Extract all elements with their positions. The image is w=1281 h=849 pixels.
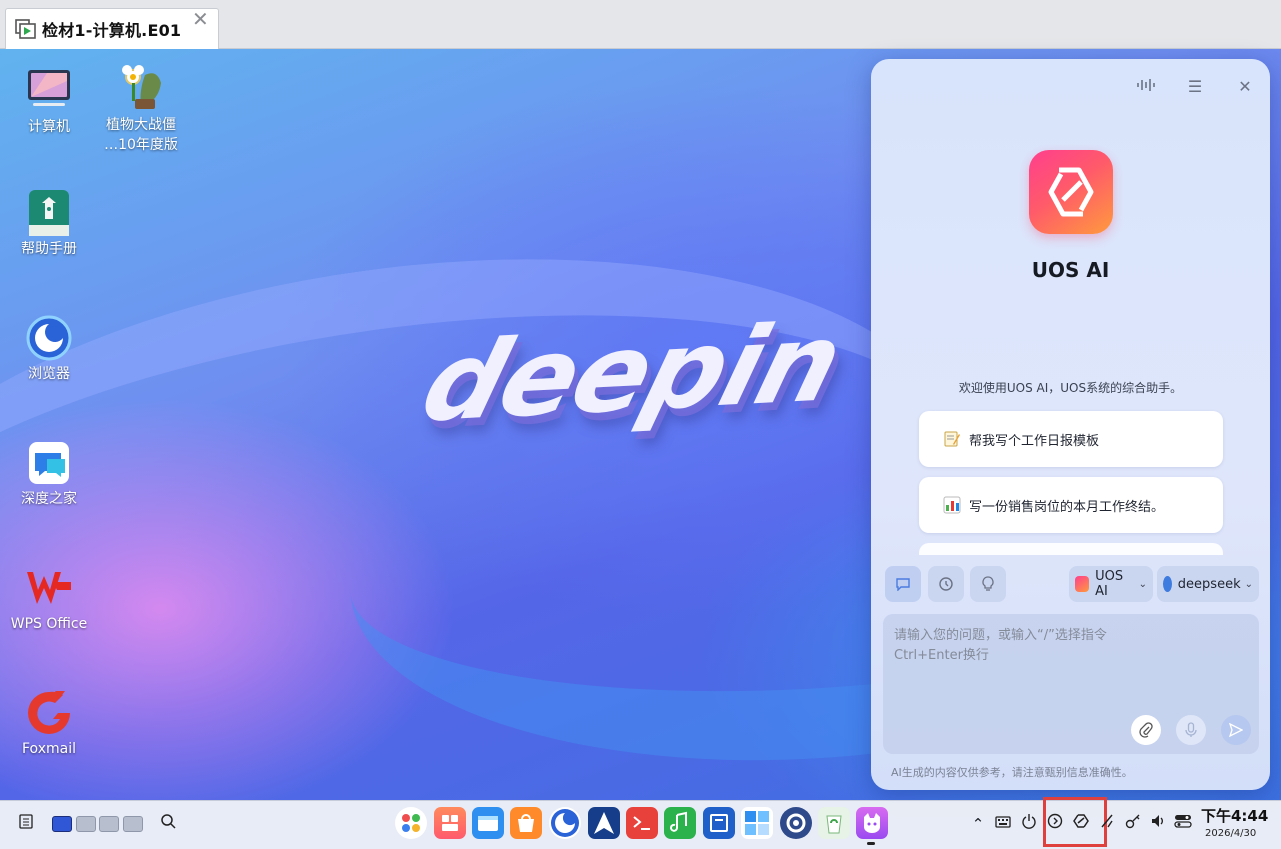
- uos-ai-logo-icon: [1029, 150, 1113, 234]
- vm-tab-title: 检材1-计算机.E01: [42, 21, 182, 40]
- active-app-indicator: [867, 842, 875, 845]
- close-icon[interactable]: ✕: [192, 9, 1272, 29]
- workspace-2[interactable]: [76, 816, 96, 832]
- menu-icon[interactable]: ☰: [1184, 76, 1206, 98]
- multitasking-icon[interactable]: [741, 807, 773, 839]
- suggestion-card-partial: [919, 543, 1223, 555]
- computer-icon: [25, 67, 73, 115]
- suggestion-card[interactable]: 帮我写个工作日报模板: [919, 411, 1223, 467]
- vm-machine-icon: [14, 17, 38, 41]
- input-hint: Ctrl+Enter换行: [894, 648, 989, 663]
- ai-welcome-text: 欢迎使用UOS AI，UOS系统的综合助手。: [958, 381, 1183, 395]
- vm-tab-bar: 检材1-计算机.E01 ✕: [0, 0, 1281, 49]
- uos-ai-panel: ☰ ✕ UOS AI 欢迎使用UOS AI，UOS系统的综合助手。 帮我写个工作…: [871, 59, 1270, 790]
- attachment-icon[interactable]: [1131, 715, 1161, 745]
- ai-app-name: UOS AI: [1031, 258, 1110, 282]
- chevron-up-icon[interactable]: ⌃: [966, 812, 990, 836]
- desktop-icon-label: 计算机: [28, 119, 70, 135]
- file-manager-icon[interactable]: [472, 807, 504, 839]
- suggestion-text: 帮我写个工作日报模板: [969, 433, 1100, 449]
- desktop-icon-label: 植物大战僵 …10年度版: [104, 117, 178, 153]
- deepin-draw-icon[interactable]: [588, 807, 620, 839]
- model-select[interactable]: deepseek ⌄: [1157, 566, 1259, 602]
- foxmail-icon: [25, 689, 73, 737]
- app-store-icon[interactable]: [434, 807, 466, 839]
- workspace-4[interactable]: [123, 816, 143, 832]
- workspace-3[interactable]: [99, 816, 119, 832]
- clipboard-icon[interactable]: [14, 812, 38, 836]
- uos-ai-small-icon: [1075, 576, 1090, 592]
- system-icon[interactable]: [1171, 812, 1195, 836]
- deepin-store-icon[interactable]: [510, 807, 542, 839]
- keyboard-icon[interactable]: [991, 812, 1015, 836]
- deepseek-icon: [1163, 576, 1172, 592]
- chevron-down-icon: ⌄: [1138, 578, 1147, 590]
- input-placeholder: 请输入您的问题，或输入“/”选择指令: [894, 628, 1107, 643]
- power-icon[interactable]: [1017, 812, 1041, 836]
- history-icon[interactable]: [928, 566, 964, 602]
- key-icon[interactable]: [1121, 812, 1145, 836]
- desktop-icon-label: WPS Office: [10, 616, 88, 632]
- assistant-select-value: UOS AI: [1095, 569, 1124, 599]
- trash-icon[interactable]: [818, 807, 850, 839]
- uos-ai-taskbar-icon[interactable]: [856, 807, 888, 839]
- deepin-wallpaper-logo: deepin: [409, 300, 854, 447]
- suggestion-card[interactable]: 写一份销售岗位的本月工作终结。: [919, 477, 1223, 533]
- ai-disclaimer: AI生成的内容仅供参考，请注意甄别信息准确性。: [891, 766, 1133, 779]
- desktop-icon-wps-office[interactable]: WPS Office: [0, 564, 98, 634]
- plants-vs-zombies-icon: [115, 61, 167, 113]
- bar-chart-icon: [943, 496, 961, 514]
- workspace-1[interactable]: [52, 816, 72, 832]
- send-icon[interactable]: [1221, 715, 1251, 745]
- clock-date[interactable]: 2026/4/30: [1205, 828, 1256, 839]
- network-icon[interactable]: [1095, 812, 1119, 836]
- desktop-icon-foxmail[interactable]: Foxmail: [0, 689, 98, 759]
- voice-wave-icon[interactable]: [1135, 76, 1157, 98]
- close-icon[interactable]: ✕: [1234, 76, 1256, 98]
- chevron-down-icon: ⌄: [1244, 578, 1253, 590]
- chat-mode-button[interactable]: [885, 566, 921, 602]
- suggestion-text: 写一份销售岗位的本月工作终结。: [969, 499, 1165, 515]
- assistant-select[interactable]: UOS AI ⌄: [1069, 566, 1153, 602]
- desktop-icon-label: 浏览器: [28, 366, 70, 382]
- desktop-icon-label: Foxmail: [22, 741, 76, 757]
- clock-time[interactable]: 下午4:44: [1201, 805, 1268, 826]
- desktop-icon-plants-vs-zombies[interactable]: 植物大战僵 …10年度版: [92, 61, 190, 155]
- microphone-icon[interactable]: [1176, 715, 1206, 745]
- desktop-icon-deepin-home[interactable]: 深度之家: [0, 439, 98, 509]
- deepin-writer-icon[interactable]: [703, 807, 735, 839]
- desktop-icon-label: 深度之家: [21, 491, 77, 507]
- lightbulb-icon[interactable]: [970, 566, 1006, 602]
- launcher-icon[interactable]: [395, 807, 427, 839]
- search-icon[interactable]: [156, 812, 180, 836]
- help-manual-icon: [25, 189, 73, 237]
- browser-icon: [25, 314, 73, 362]
- model-select-value: deepseek: [1177, 576, 1241, 592]
- desktop-icon-browser[interactable]: 浏览器: [0, 314, 98, 384]
- desktop-icon-label: 帮助手册: [21, 241, 77, 257]
- wps-office-icon: [25, 564, 73, 612]
- volume-icon[interactable]: [1146, 812, 1170, 836]
- terminal-icon[interactable]: [626, 807, 658, 839]
- desktop-icon-computer[interactable]: 计算机: [0, 67, 98, 137]
- desktop-icon-help-manual[interactable]: 帮助手册: [0, 189, 98, 259]
- control-center-icon[interactable]: [780, 807, 812, 839]
- deepin-home-icon: [25, 439, 73, 487]
- memo-icon: [943, 430, 961, 448]
- browser-taskbar-icon[interactable]: [549, 807, 581, 839]
- vm-tab[interactable]: 检材1-计算机.E01: [5, 8, 219, 49]
- music-icon[interactable]: [664, 807, 696, 839]
